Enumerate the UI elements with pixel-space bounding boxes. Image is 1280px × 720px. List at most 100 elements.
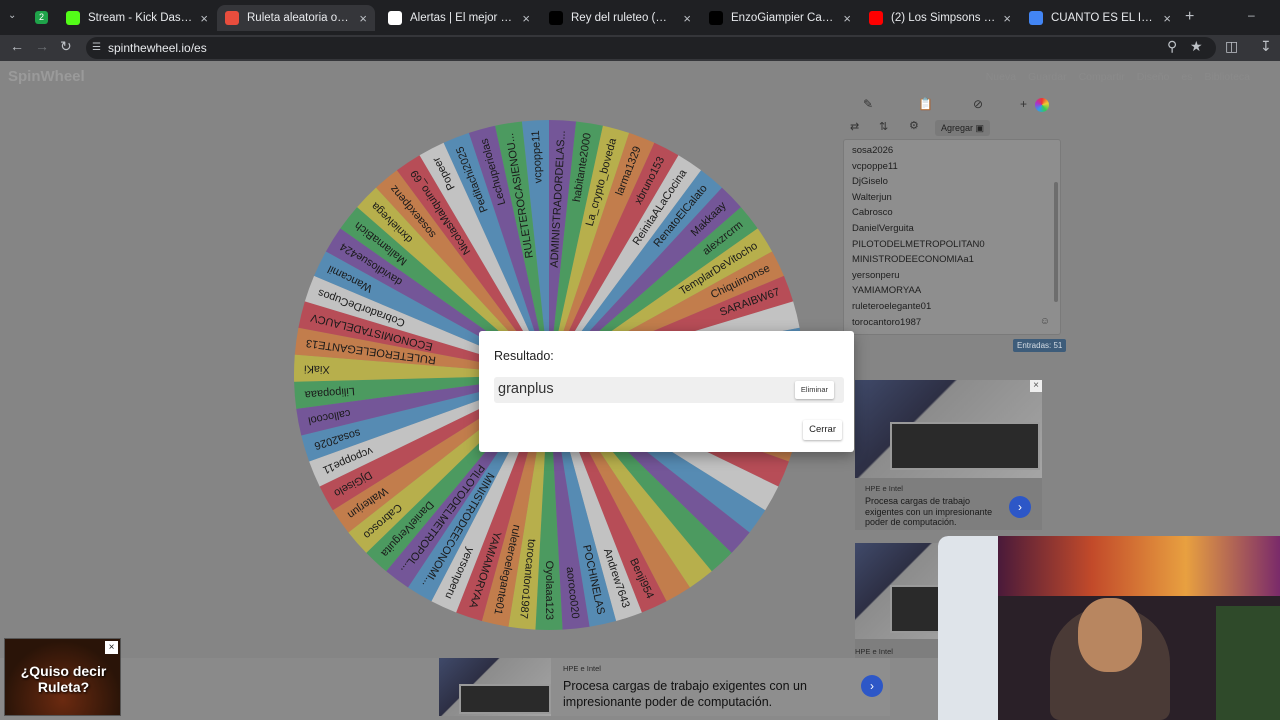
ad-go-icon[interactable]: › [1009,496,1031,518]
nav-item[interactable]: es [1181,71,1192,83]
bottom-ad-image[interactable] [439,658,551,716]
nav-item[interactable]: Compartir [1079,71,1125,83]
webcam-background [998,536,1280,596]
webcam-overlay [938,536,1280,720]
promo-text: ¿Quiso decir Ruleta? [20,663,107,695]
back-icon[interactable]: ← [10,38,24,54]
webcam-wall [938,536,998,720]
tab-favicon-icon [66,11,80,25]
tab-close-icon[interactable]: × [843,11,851,26]
promo-close-icon[interactable]: × [105,641,118,654]
tab-close-icon[interactable]: × [522,11,530,26]
tab[interactable]: Rey del ruleteo (@enzoeasyca × [541,5,699,31]
extensions-icon[interactable]: ◫ [1225,38,1238,55]
ad-close-icon[interactable]: × [1030,380,1042,392]
tab[interactable]: CUANTO ES EL INTERES DE LA × [1021,5,1179,31]
address-bar[interactable]: ☰ spinthewheel.io/es [86,37,1216,59]
entry-item[interactable]: sosa2026 [844,143,1060,159]
entry-item[interactable]: DanielVerguita [844,221,1060,237]
browser-toolbar: ← → ↻ ☰ spinthewheel.io/es ⚲ ★ ◫ ↧ [0,35,1280,61]
minimize-icon[interactable]: – [1248,8,1255,22]
ad-brand: HPE e Intel [865,484,903,493]
close-button[interactable]: Cerrar [803,420,842,440]
nav-item[interactable]: Guardar [1028,71,1067,83]
page-content: SpinWheel Nueva Guardar Compartir Diseño es B… [0,61,1280,720]
url-text: spinthewheel.io/es [108,41,207,55]
ad-text: Procesa cargas de trabajo exigentes con … [865,496,993,527]
wheel-segment-label: Oyolaaa123 [543,561,555,620]
new-tab-button[interactable]: + [1185,8,1194,26]
tab-favicon-icon [549,11,563,25]
forward-icon[interactable]: → [35,38,49,54]
wheel-segment-label: XiaKi [304,363,330,376]
tab-search-icon[interactable]: ⌄ [8,10,16,21]
ad-brand: HPE e Intel [855,647,893,656]
entry-item[interactable]: MINISTRODEECONOMIAa1 [844,252,1060,268]
site-info-icon[interactable]: ☰ [92,37,101,59]
clipboard-icon[interactable]: 📋 [918,97,933,111]
tab-close-icon[interactable]: × [359,11,367,26]
entry-item[interactable]: Walterjun [844,190,1060,206]
side-ad[interactable]: × HPE e Intel Procesa cargas de trabajo … [855,380,1042,530]
sort-icon[interactable]: ⇅ [879,120,888,133]
nav-item[interactable]: Diseño [1137,71,1170,83]
shuffle-icon[interactable]: ⇄ [850,120,859,133]
entries-list[interactable]: sosa2026 vcpoppe11 DjGiselo Walterjun Cabros… [843,139,1061,335]
tab-title: EnzoGiampier Cashflow (@en [731,12,838,24]
extension-badge-icon[interactable]: 2 [35,11,48,24]
color-wheel-icon[interactable] [1035,98,1049,112]
nav-item[interactable]: Nueva [986,71,1016,83]
tab-title: CUANTO ES EL INTERES DE LA [1051,12,1157,24]
tab[interactable]: Alertas | El mejor software para × [380,5,538,31]
tab-favicon-icon [1029,11,1043,25]
bottom-ad-body[interactable]: HPE e Intel Procesa cargas de trabajo ex… [551,658,890,716]
tab-favicon-icon [388,11,402,25]
edit-icon[interactable]: ✎ [863,97,873,111]
tab[interactable]: Ruleta aleatoria online – ruleta × [217,5,375,31]
reload-icon[interactable]: ↻ [60,38,72,55]
result-value: granplus [498,381,554,397]
tab-close-icon[interactable]: × [1003,11,1011,26]
tab[interactable]: Stream - Kick Dashboard × [58,5,216,31]
dialog-title: Resultado: [494,349,554,363]
bottom-ad-go-icon[interactable]: › [861,675,883,697]
tab-title: Rey del ruleteo (@enzoeasyca [571,12,677,24]
ad-image [855,380,1042,478]
bottom-ad-brand: HPE e Intel [563,664,601,673]
add-button[interactable]: Agregar ▣ [935,120,991,136]
tab-close-icon[interactable]: × [1163,11,1171,26]
tab-favicon-icon [709,11,723,25]
tab-close-icon[interactable]: × [683,11,691,26]
zoom-icon[interactable]: ⚲ [1167,38,1177,55]
remove-button[interactable]: Eliminar [794,381,834,399]
nav-item[interactable]: Biblioteca [1204,71,1250,83]
entries-scrollbar[interactable] [1054,182,1058,302]
entry-item[interactable]: vcpoppe11 [844,159,1060,175]
tab-close-icon[interactable]: × [200,11,208,26]
promo-banner[interactable]: ¿Quiso decir Ruleta? × [4,638,121,716]
download-icon[interactable]: ↧ [1260,38,1272,55]
result-box: granplus Eliminar [494,377,844,403]
settings-icon[interactable]: ⚙ [909,119,919,132]
entry-item[interactable]: DjGiselo [844,174,1060,190]
tab[interactable]: EnzoGiampier Cashflow (@en × [701,5,859,31]
tab-title: Ruleta aleatoria online – ruleta [247,12,353,24]
bookmark-star-icon[interactable]: ★ [1190,38,1203,55]
entry-item[interactable]: ruleteroelegante01 [844,299,1060,315]
entry-item[interactable]: yersonperu [844,268,1060,284]
hide-icon[interactable]: ⊘ [973,97,983,111]
bottom-ad-text: Procesa cargas de trabajo exigentes con … [563,679,807,709]
site-logo[interactable]: SpinWheel [8,68,85,85]
emoji-icon[interactable]: ☺ [1040,316,1050,327]
tab[interactable]: (2) Los Simpsons - La Pirámide × [861,5,1019,31]
tab-favicon-icon [869,11,883,25]
entry-item[interactable]: Cabrosco [844,205,1060,221]
tab-title: (2) Los Simpsons - La Pirámide [891,12,998,24]
panel-toolbar: ✎ 📋 ⊘ + ⇄ ⇅ ⚙ Agregar ▣ [843,95,1061,139]
entry-item[interactable]: torocantoro1987 [844,315,1060,331]
entry-item[interactable]: PILOTODELMETROPOLITAN0 [844,237,1060,253]
entries-count: Entradas: 51 [1013,339,1067,352]
plus-icon[interactable]: + [1020,97,1027,111]
tab-title: Alertas | El mejor software para [410,12,516,24]
entry-item[interactable]: YAMIAMORYAA [844,283,1060,299]
